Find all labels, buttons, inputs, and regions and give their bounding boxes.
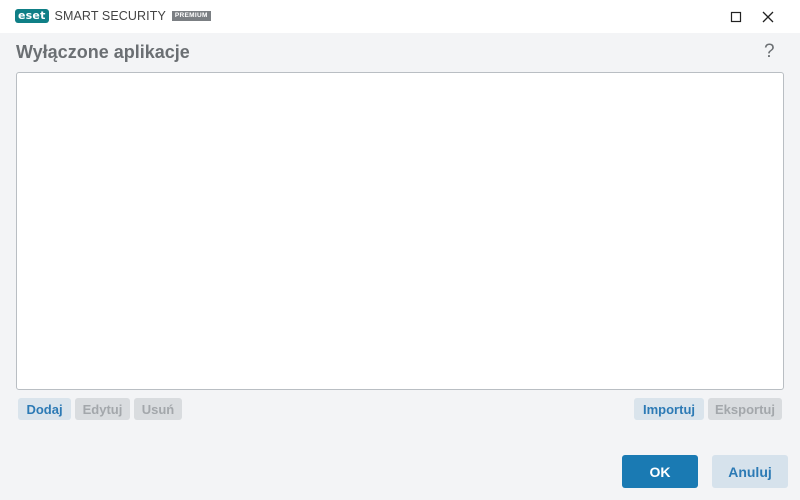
help-button[interactable]: ? bbox=[764, 41, 775, 63]
square-outline-icon bbox=[730, 11, 742, 23]
edit-button[interactable]: Edytuj bbox=[75, 398, 130, 420]
page-title: Wyłączone aplikacje bbox=[16, 42, 190, 62]
maximize-button[interactable] bbox=[725, 6, 747, 28]
export-button[interactable]: Eksportuj bbox=[708, 398, 782, 420]
x-icon bbox=[762, 11, 774, 23]
ok-button[interactable]: OK bbox=[622, 455, 698, 488]
excluded-applications-list[interactable] bbox=[16, 72, 784, 390]
close-button[interactable] bbox=[757, 6, 779, 28]
delete-button[interactable]: Usuń bbox=[134, 398, 182, 420]
edition-badge: PREMIUM bbox=[171, 11, 211, 21]
eset-logo: eset SMART SECURITY PREMIUM bbox=[15, 9, 211, 23]
cancel-button[interactable]: Anuluj bbox=[712, 455, 788, 488]
import-button[interactable]: Importuj bbox=[634, 398, 704, 420]
eset-logo-badge: eset bbox=[15, 9, 49, 23]
product-name: SMART SECURITY bbox=[54, 9, 166, 23]
title-bar: eset SMART SECURITY PREMIUM bbox=[0, 0, 800, 33]
add-button[interactable]: Dodaj bbox=[18, 398, 71, 420]
